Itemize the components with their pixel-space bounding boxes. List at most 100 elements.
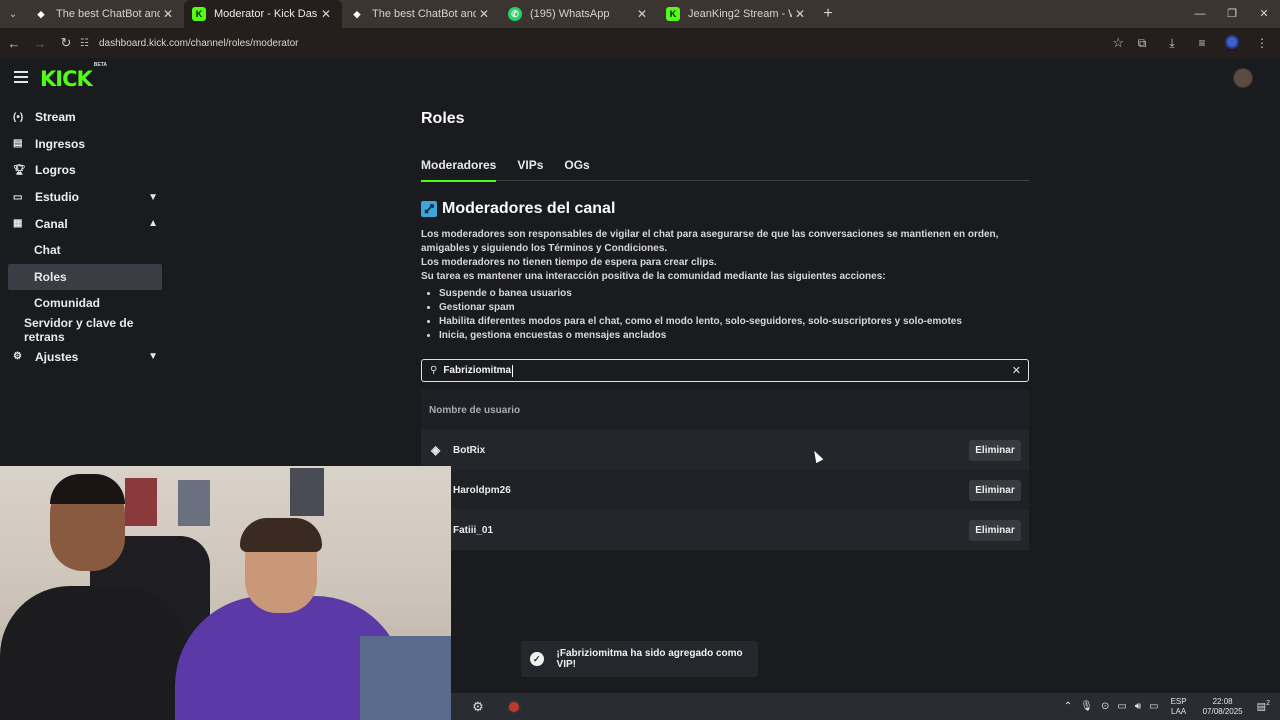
profile-icon[interactable] <box>1220 34 1244 52</box>
sidebar-item-ingresos[interactable]: ▤ Ingresos <box>0 131 170 158</box>
text-cursor <box>512 364 514 377</box>
taskbar: ⚙ ⌃ 🎙︎ ⊙ ▭ 🔊︎ ▭ ESP LAA 22:08 07/08/2025 ▤… <box>451 693 1280 720</box>
toolbar-icons: ⧉ ⤓ ≡ ⋮ <box>1124 28 1274 58</box>
close-icon[interactable]: ✕ <box>476 7 492 21</box>
browser-tab-bar: ⌄ ◆ The best ChatBot and Widgets ✕ K Mod… <box>0 0 1280 28</box>
browser-tab[interactable]: ◆ The best ChatBot and Widgets ✕ <box>26 0 184 28</box>
volume-icon[interactable]: 🔊︎ <box>1135 701 1141 712</box>
avatar[interactable] <box>1233 68 1253 88</box>
studio-icon: ▭ <box>13 191 23 203</box>
trophy-icon: 🏆︎ <box>13 164 26 176</box>
sidebar-item-estudio[interactable]: ▭ Estudio ▼ <box>0 184 170 211</box>
person-left-hair <box>50 474 125 504</box>
kick-logo[interactable]: KICKBETA <box>40 62 107 91</box>
bookmark-star-icon[interactable]: ☆ <box>1112 35 1124 51</box>
tab-title: Moderator - Kick Dashboard <box>214 8 318 20</box>
url-text: dashboard.kick.com/channel/roles/moderat… <box>98 37 299 49</box>
sidebar-item-comunidad[interactable]: Comunidad <box>0 290 162 317</box>
check-icon: ✓ <box>530 652 544 666</box>
restore-icon[interactable]: ❐ <box>1216 0 1248 28</box>
browser-tab[interactable]: K JeanKing2 Stream - Watch Live ✕ <box>658 0 816 28</box>
search-input[interactable]: ⚲ Fabriziomitma ✕ <box>421 359 1029 382</box>
kick-icon: K <box>666 7 680 21</box>
menu-dots-icon[interactable]: ⋮ <box>1250 36 1274 50</box>
chevron-up-icon[interactable]: ⌃ <box>1064 701 1072 712</box>
botrix-icon: ◆ <box>353 8 361 19</box>
sidebar-item-stream[interactable]: (•) Stream <box>0 104 170 131</box>
toast-text: ¡Fabriziomitma ha sido agregado como VIP… <box>556 648 743 670</box>
settings-app-icon[interactable]: ⚙ <box>465 694 491 720</box>
username: Haroldpm26 <box>453 484 511 496</box>
sidebar-item-label: Estudio <box>35 190 79 205</box>
roles-tabs: Moderadores VIPs OGs <box>421 156 1029 182</box>
earnings-icon: ▤ <box>13 138 23 150</box>
sidebar-item-logros[interactable]: 🏆︎ Logros <box>0 157 170 184</box>
remove-button[interactable]: Eliminar <box>969 440 1021 461</box>
chevron-up-icon: ▲ <box>148 218 158 230</box>
remove-button[interactable]: Eliminar <box>969 480 1021 501</box>
desc-line: Su tarea es mantener una interacción pos… <box>421 271 886 282</box>
duties-list: Suspende o banea usuarios Gestionar spam… <box>439 287 1029 343</box>
botrix-icon: ◈ <box>431 443 441 457</box>
wall-poster <box>178 480 210 526</box>
channel-icon: ▦ <box>13 218 23 230</box>
back-icon[interactable]: ← <box>2 36 26 51</box>
battery-icon[interactable]: ▭ <box>1149 701 1158 712</box>
table-row: Haroldpm26 Eliminar <box>421 470 1029 510</box>
tab-title: The best ChatBot and Widgets <box>56 8 160 20</box>
browser-tab-active[interactable]: K Moderator - Kick Dashboard ✕ <box>184 0 342 28</box>
sidebar-item-label: Ajustes <box>35 349 79 364</box>
sidebar: (•) Stream ▤ Ingresos 🏆︎ Logros ▭ Estudi… <box>0 104 170 370</box>
username: BotRix <box>453 444 486 456</box>
language-indicator[interactable]: ESP LAA <box>1171 697 1187 717</box>
kick-header: KICKBETA <box>0 58 1280 100</box>
close-icon[interactable]: ✕ <box>634 7 650 21</box>
extensions-icon[interactable]: ⧉ <box>1130 36 1154 51</box>
broadcast-icon: (•) <box>13 111 24 123</box>
section-header: Moderadores del canal <box>421 199 1029 219</box>
sidebar-item-ajustes[interactable]: ⚙ Ajustes ▼ <box>0 343 170 370</box>
site-info-icon[interactable]: ☷ <box>80 38 89 49</box>
remove-button[interactable]: Eliminar <box>969 520 1021 541</box>
sidebar-item-servidor[interactable]: Servidor y clave de retrans <box>0 316 162 344</box>
tab-vips[interactable]: VIPs <box>517 156 543 180</box>
notifications-icon[interactable]: ▤2 <box>1257 700 1270 712</box>
download-icon[interactable]: ⤓ <box>1160 36 1184 51</box>
sidebar-item-label: Stream <box>35 110 76 125</box>
network-icon[interactable]: ▭ <box>1117 701 1126 712</box>
window-close-icon[interactable]: ✕ <box>1248 0 1280 28</box>
new-tab-icon[interactable]: + <box>816 5 840 23</box>
desc-line: Los moderadores son responsables de vigi… <box>421 229 999 254</box>
minimize-icon[interactable]: — <box>1184 0 1216 28</box>
tab-moderadores[interactable]: Moderadores <box>421 156 497 182</box>
sidebar-item-label: Logros <box>35 163 76 178</box>
media-icon[interactable]: ≡ <box>1190 36 1214 50</box>
clear-icon[interactable]: ✕ <box>1012 364 1021 377</box>
main-content: Roles Moderadores VIPs OGs Moderadores d… <box>421 110 1029 550</box>
webcam-overlay <box>0 466 451 720</box>
sidebar-item-label: Ingresos <box>35 136 86 151</box>
url-field[interactable]: ☷ dashboard.kick.com/channel/roles/moder… <box>80 31 1140 55</box>
clock[interactable]: 22:08 07/08/2025 <box>1203 697 1243 717</box>
sidebar-item-chat[interactable]: Chat <box>0 237 162 264</box>
microphone-icon[interactable]: 🎙︎ <box>1080 701 1093 712</box>
tab-search-icon[interactable]: ⌄ <box>0 0 26 28</box>
app-icon[interactable] <box>501 694 527 720</box>
sidebar-item-roles[interactable]: Roles <box>8 263 162 291</box>
section-title: Moderadores del canal <box>442 200 616 217</box>
table-row: Fatiii_01 Eliminar <box>421 510 1029 550</box>
page-title: Roles <box>421 110 465 127</box>
tab-ogs[interactable]: OGs <box>564 156 589 180</box>
sidebar-item-label: Canal <box>35 216 68 231</box>
browser-tab[interactable]: ◆ The best ChatBot and Widgets ✕ <box>342 0 500 28</box>
close-icon[interactable]: ✕ <box>318 7 334 21</box>
sidebar-item-canal[interactable]: ▦ Canal ▲ <box>0 210 170 237</box>
forward-icon[interactable]: → <box>28 36 52 51</box>
close-icon[interactable]: ✕ <box>792 7 808 21</box>
close-icon[interactable]: ✕ <box>160 7 176 21</box>
reload-icon[interactable]: ↻ <box>54 35 78 51</box>
browser-tab[interactable]: ✆ (195) WhatsApp ✕ <box>500 0 658 28</box>
person-right-hair <box>240 518 322 552</box>
hamburger-menu-icon[interactable] <box>14 71 28 86</box>
location-icon[interactable]: ⊙ <box>1101 701 1109 712</box>
